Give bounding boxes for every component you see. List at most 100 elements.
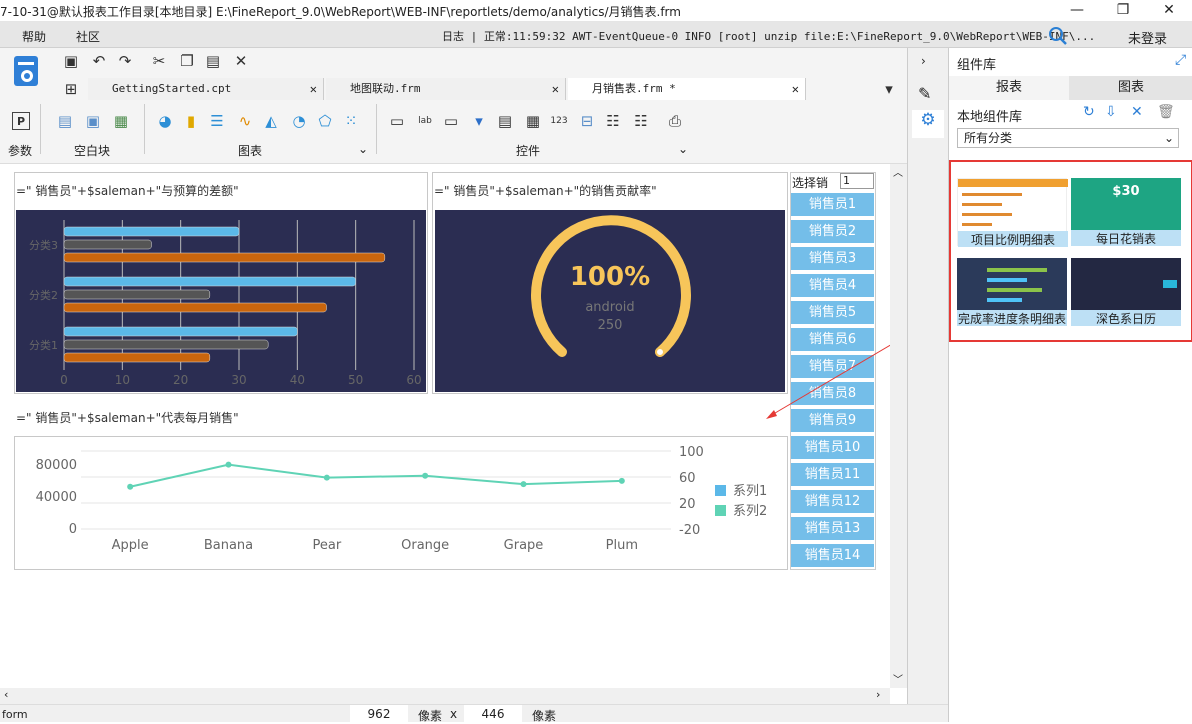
search-icon[interactable] bbox=[1048, 26, 1068, 46]
download-icon[interactable]: ⇩ bbox=[1105, 104, 1117, 120]
menu-help[interactable]: 帮助 bbox=[22, 28, 46, 45]
widget-expand-icon[interactable]: ⌄ bbox=[678, 142, 688, 156]
salesperson-item[interactable]: 销售员11 bbox=[791, 463, 874, 486]
group-blank: 空白块 bbox=[74, 144, 111, 158]
cut-icon[interactable]: ✂ bbox=[150, 52, 168, 70]
collapse-arrow-icon[interactable]: › bbox=[921, 54, 926, 68]
tools-icon[interactable]: ✕ bbox=[1131, 104, 1143, 120]
menu-community[interactable]: 社区 bbox=[76, 28, 100, 45]
data-point bbox=[618, 477, 625, 484]
height-input[interactable]: 446 bbox=[464, 705, 522, 723]
log-label[interactable]: 日志 bbox=[442, 30, 464, 43]
tab-close-icon[interactable]: ✕ bbox=[792, 78, 799, 100]
hbar-chart-icon[interactable]: ☰ bbox=[208, 112, 226, 130]
textbox-widget-icon[interactable]: ▭ bbox=[388, 112, 406, 130]
copy-icon[interactable]: ❐ bbox=[178, 52, 196, 70]
data-point bbox=[422, 472, 429, 479]
scatter-chart-icon[interactable]: ⁙ bbox=[342, 112, 360, 130]
tab-close-icon[interactable]: ✕ bbox=[310, 78, 317, 100]
table-icon[interactable]: ▦ bbox=[112, 112, 130, 130]
refresh-icon[interactable]: ↻ bbox=[1083, 104, 1095, 120]
undo-icon[interactable]: ↶ bbox=[90, 52, 108, 70]
minimize-button[interactable]: — bbox=[1054, 0, 1100, 22]
salesperson-item[interactable]: 销售员14 bbox=[791, 544, 874, 567]
bar bbox=[63, 326, 298, 337]
component-thumb-1[interactable]: 项目比例明细表 bbox=[957, 178, 1068, 247]
tab-chart[interactable]: 图表 bbox=[1069, 76, 1192, 100]
bar-chart-area: 0 10 20 30 40 50 60 分类1 分类2 分类3 bbox=[16, 210, 426, 392]
checkbox-widget-icon[interactable]: ☷ bbox=[604, 112, 622, 130]
salesperson-item[interactable]: 销售员10 bbox=[791, 436, 874, 459]
log-line: 日志 | 正常:11:59:32 AWT-EventQueue-0 INFO [… bbox=[442, 30, 1096, 43]
close-button[interactable]: ✕ bbox=[1146, 0, 1192, 22]
series-line bbox=[129, 463, 622, 488]
tab-close-icon[interactable]: ✕ bbox=[552, 78, 559, 100]
radar-chart-icon[interactable]: ⬠ bbox=[316, 112, 334, 130]
tab-monthly-sales[interactable]: 月销售表.frm * ✕ bbox=[568, 78, 806, 100]
category-value: 所有分类 bbox=[964, 131, 1013, 145]
chart-expand-icon[interactable]: ⌄ bbox=[358, 142, 368, 156]
horizontal-scrollbar[interactable]: ‹ › bbox=[0, 688, 890, 704]
delete-icon[interactable]: ✕ bbox=[232, 52, 250, 70]
selector-input[interactable]: 1 bbox=[840, 173, 874, 189]
edit-panel-icon[interactable]: ✎ bbox=[918, 84, 931, 103]
component-thumb-2[interactable]: $30 每日花销表 bbox=[1071, 178, 1181, 246]
save-icon[interactable]: ▣ bbox=[62, 52, 80, 70]
tab-menu-icon[interactable]: ▾ bbox=[880, 80, 898, 98]
tab-report[interactable]: 报表 bbox=[949, 76, 1069, 100]
group-param: 参数 bbox=[8, 144, 33, 158]
line-chart-icon[interactable]: ∿ bbox=[236, 112, 254, 130]
blank-block2-icon[interactable]: ▣ bbox=[84, 112, 102, 130]
tab-map-link[interactable]: 地图联动.frm ✕ bbox=[326, 78, 566, 100]
legend-swatch bbox=[715, 505, 726, 516]
salesperson-item[interactable]: 销售员12 bbox=[791, 490, 874, 513]
unit-label-1: 像素 bbox=[418, 709, 443, 723]
pin-icon[interactable]: ⤢ bbox=[1175, 52, 1186, 68]
y-category-label: 分类1 bbox=[29, 338, 58, 352]
salesperson-item[interactable]: 销售员1 bbox=[791, 193, 874, 216]
number-widget-icon[interactable]: 123 bbox=[550, 112, 568, 130]
area-chart-icon[interactable]: ◭ bbox=[262, 112, 280, 130]
vertical-scrollbar[interactable]: ︿ ﹀ bbox=[890, 164, 907, 688]
preview-icon[interactable]: ⎙ bbox=[666, 112, 684, 130]
button-widget-icon[interactable]: ▭ bbox=[442, 112, 460, 130]
bar bbox=[63, 252, 386, 263]
pie-chart-icon[interactable]: ◕ bbox=[156, 112, 174, 130]
salesperson-item[interactable]: 销售员3 bbox=[791, 247, 874, 270]
component-thumb-4[interactable]: 深色系日历 bbox=[1071, 258, 1181, 326]
component-panel-icon[interactable]: ⚙ bbox=[912, 110, 944, 138]
login-button[interactable]: 未登录 bbox=[1128, 28, 1167, 47]
bar-chart-icon[interactable]: ▮ bbox=[182, 112, 200, 130]
x-tick-label: 0 bbox=[60, 373, 68, 387]
line-chart-block[interactable]: 80000 40000 0 100 60 20 -20 Apple Banana Pear Oran… bbox=[14, 436, 788, 570]
salesperson-item[interactable]: 销售员4 bbox=[791, 274, 874, 297]
salesperson-item[interactable]: 销售员2 bbox=[791, 220, 874, 243]
redo-icon[interactable]: ↷ bbox=[116, 52, 134, 70]
salesperson-item[interactable]: 销售员13 bbox=[791, 517, 874, 540]
status-bar: form 962 像素 x 446 像素 bbox=[0, 704, 948, 723]
y-left-tick-label: 0 bbox=[69, 522, 77, 537]
param-icon[interactable]: P bbox=[12, 112, 30, 130]
radio-widget-icon[interactable]: ☷ bbox=[632, 112, 650, 130]
width-input[interactable]: 962 bbox=[350, 705, 408, 723]
combo-widget-icon[interactable]: ▾ bbox=[470, 112, 488, 130]
category-select[interactable]: 所有分类 ⌄ bbox=[957, 128, 1179, 148]
x-tick-label: 20 bbox=[173, 373, 188, 387]
maximize-button[interactable]: ❐ bbox=[1100, 0, 1146, 22]
y-left-tick-label: 40000 bbox=[36, 490, 77, 505]
line-chart-svg: 80000 40000 0 100 60 20 -20 Apple Banana Pear Oran… bbox=[36, 445, 768, 553]
menu-bar: 帮助 社区 日志 | 正常:11:59:32 AWT-EventQueue-0 … bbox=[0, 22, 1192, 48]
gauge-chart-icon[interactable]: ◔ bbox=[290, 112, 308, 130]
component-label: 每日花销表 bbox=[1071, 230, 1181, 246]
trash-icon[interactable]: 🗑 bbox=[1157, 104, 1175, 120]
tree-widget-icon[interactable]: ⊟ bbox=[578, 112, 596, 130]
paste-icon[interactable]: ▤ bbox=[204, 52, 222, 70]
app-logo-icon bbox=[14, 56, 38, 86]
date-widget-icon[interactable]: ▦ bbox=[524, 112, 542, 130]
grid-icon[interactable]: ⊞ bbox=[62, 80, 80, 98]
list-widget-icon[interactable]: ▤ bbox=[496, 112, 514, 130]
blank-block-icon[interactable]: ▤ bbox=[56, 112, 74, 130]
component-thumb-3[interactable]: 完成率进度条明细表 bbox=[957, 258, 1067, 326]
label-widget-icon[interactable]: lab bbox=[416, 112, 434, 130]
tab-gettingstarted[interactable]: GettingStarted.cpt ✕ bbox=[88, 78, 324, 100]
